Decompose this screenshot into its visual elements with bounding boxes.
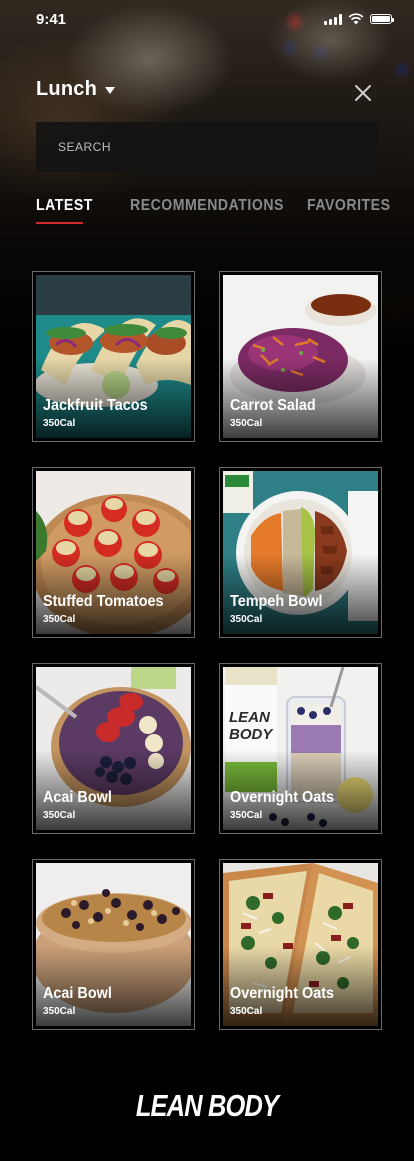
status-icons [324, 13, 394, 25]
recipe-image: Acai Bowl 350Cal [36, 863, 191, 1026]
recipe-card[interactable]: Tempeh Bowl 350Cal [219, 467, 382, 638]
recipe-calories: 350Cal [230, 810, 263, 821]
recipe-name: Stuffed Tomatoes [43, 593, 164, 610]
recipe-calories: 350Cal [43, 614, 76, 625]
recipe-image: Acai Bowl 350Cal [36, 667, 191, 830]
tab-latest[interactable]: LATEST [36, 197, 93, 215]
wifi-icon [348, 13, 364, 25]
recipe-image: Carrot Salad 350Cal [223, 275, 378, 438]
tab-recommendations[interactable]: RECOMMENDATIONS [130, 197, 284, 215]
meal-type-label: Lunch [36, 78, 97, 100]
recipe-calories: 350Cal [43, 418, 76, 429]
recipe-name: Acai Bowl [43, 789, 112, 806]
recipe-card[interactable]: Jackfruit Tacos 350Cal [32, 271, 195, 442]
caret-down-icon [105, 87, 115, 94]
status-time: 9:41 [36, 11, 67, 28]
recipe-name: Overnight Oats [230, 789, 335, 806]
close-icon[interactable] [353, 83, 373, 103]
recipe-image: Stuffed Tomatoes 350Cal [36, 471, 191, 634]
recipe-grid: Jackfruit Tacos 350Cal Carrot Salad 350C… [32, 271, 382, 1030]
recipe-card[interactable]: Carrot Salad 350Cal [219, 271, 382, 442]
cellular-signal-icon [324, 13, 342, 25]
search-input[interactable] [56, 139, 358, 155]
recipe-card[interactable]: LEAN BODY Overnight Oats 350Cal [219, 663, 382, 834]
lean-body-logo: LEAN BODY [135, 1088, 279, 1123]
recipe-image: Overnight Oats 350Cal [223, 863, 378, 1026]
recipe-card[interactable]: Acai Bowl 350Cal [32, 663, 195, 834]
recipe-name: Acai Bowl [43, 985, 112, 1002]
recipe-calories: 350Cal [43, 1006, 76, 1017]
recipe-image: LEAN BODY Overnight Oats 350Cal [223, 667, 378, 830]
recipe-name: Overnight Oats [230, 985, 335, 1002]
recipe-calories: 350Cal [230, 418, 263, 429]
recipe-calories: 350Cal [230, 614, 263, 625]
recipe-card[interactable]: Acai Bowl 350Cal [32, 859, 195, 1030]
recipe-card[interactable]: Stuffed Tomatoes 350Cal [32, 467, 195, 638]
recipe-image: Tempeh Bowl 350Cal [223, 471, 378, 634]
tab-favorites[interactable]: FAVORITES [307, 197, 391, 215]
recipe-card[interactable]: Overnight Oats 350Cal [219, 859, 382, 1030]
tab-bar: LATEST RECOMMENDATIONS FAVORITES [36, 197, 390, 227]
svg-text:BODY: BODY [229, 726, 274, 743]
active-tab-indicator [36, 222, 83, 224]
recipe-image: Jackfruit Tacos 350Cal [36, 275, 191, 438]
recipe-calories: 350Cal [230, 1006, 263, 1017]
recipe-calories: 350Cal [43, 810, 76, 821]
meal-type-dropdown[interactable]: Lunch [36, 78, 115, 101]
recipe-name: Carrot Salad [230, 397, 316, 414]
search-field[interactable] [36, 122, 378, 172]
svg-text:LEAN: LEAN [229, 709, 271, 726]
recipe-name: Jackfruit Tacos [43, 397, 148, 414]
battery-icon [370, 14, 394, 24]
recipe-name: Tempeh Bowl [230, 593, 323, 610]
